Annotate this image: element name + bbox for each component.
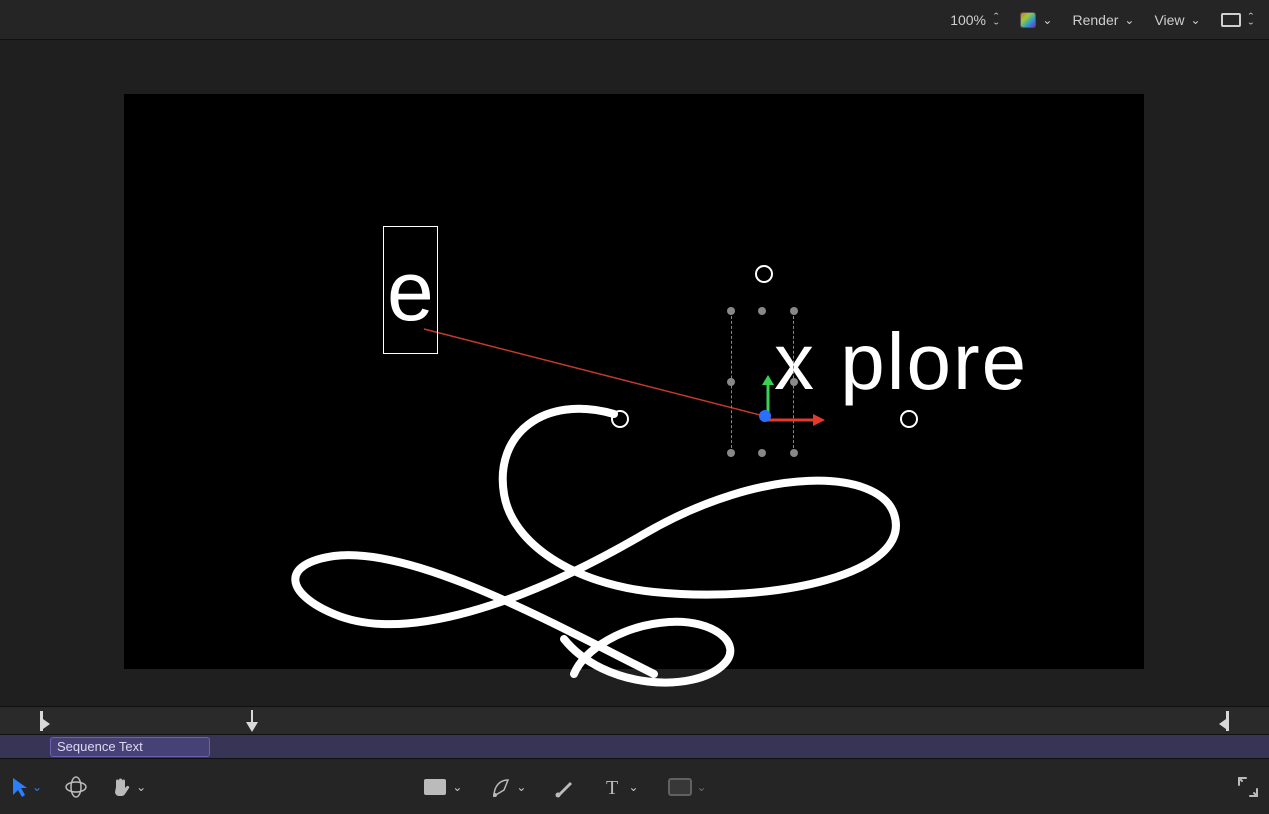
viewer-area: e x plore: [0, 40, 1269, 706]
behavior-clip[interactable]: Sequence Text: [50, 737, 210, 757]
out-marker-icon[interactable]: [1219, 711, 1229, 734]
chevron-down-icon: ⌄: [452, 780, 462, 794]
chevron-down-icon: ⌄: [1042, 13, 1052, 27]
render-menu[interactable]: Render ⌄: [1072, 12, 1134, 28]
svg-text:T: T: [606, 777, 618, 797]
chevron-down-icon: ⌄: [136, 780, 146, 794]
expand-arrows-icon: [1237, 776, 1259, 798]
swirl-ornament: [274, 394, 934, 714]
anchor-point-icon[interactable]: [759, 410, 771, 422]
behavior-clip-label: Sequence Text: [57, 739, 143, 754]
text-icon: T: [604, 777, 624, 797]
paint-tool[interactable]: [554, 776, 576, 798]
glyph-e[interactable]: e: [387, 249, 434, 333]
glyph-xplore[interactable]: x plore: [774, 322, 1028, 402]
render-label: Render: [1072, 12, 1118, 28]
chevron-down-icon: ⌄: [516, 780, 526, 794]
viewer-toolbar-top: 100% ⌄ Render ⌄ View ⌄: [0, 0, 1269, 40]
aspect-menu[interactable]: [1221, 13, 1255, 27]
path-control-circle[interactable]: [611, 410, 629, 428]
view-label: View: [1154, 12, 1184, 28]
orbit-icon: [64, 775, 88, 799]
color-channel-menu[interactable]: ⌄: [1020, 12, 1052, 28]
pen-icon: [490, 776, 512, 798]
zoom-control[interactable]: 100%: [950, 12, 1000, 28]
text-tool[interactable]: T ⌄: [604, 777, 638, 797]
arrow-cursor-icon: [10, 776, 28, 798]
canvas[interactable]: e x plore: [124, 94, 1144, 669]
color-swatch-icon: [1020, 12, 1036, 28]
view-menu[interactable]: View ⌄: [1154, 12, 1200, 28]
expand-viewer[interactable]: [1237, 776, 1259, 798]
rectangle-icon: [422, 777, 448, 797]
chevron-down-icon: ⌄: [697, 780, 707, 794]
hand-icon: [110, 776, 132, 798]
chevron-down-icon: ⌄: [1124, 13, 1134, 27]
aspect-icon: [1221, 13, 1241, 27]
mini-timeline-ruler[interactable]: [0, 706, 1269, 734]
x-axis-arrow-icon[interactable]: [765, 413, 825, 427]
mini-timeline-behavior-track: Sequence Text: [0, 734, 1269, 758]
stepper-icon: [1247, 13, 1255, 26]
pan-tool[interactable]: ⌄: [110, 776, 146, 798]
3d-transform-tool[interactable]: [64, 775, 88, 799]
playhead[interactable]: [245, 710, 259, 732]
pen-tool[interactable]: ⌄: [490, 776, 526, 798]
chevron-down-icon: ⌄: [1191, 13, 1201, 27]
canvas-toolbar-bottom: ⌄ ⌄ ⌄ ⌄ T ⌄ ⌄: [0, 758, 1269, 814]
zoom-value: 100%: [950, 12, 986, 28]
center-tool-group: ⌄ ⌄ T ⌄ ⌄: [422, 776, 706, 798]
brush-icon: [554, 776, 576, 798]
path-control-circle[interactable]: [755, 265, 773, 283]
path-control-circle[interactable]: [900, 410, 918, 428]
chevron-down-icon: ⌄: [628, 780, 638, 794]
chevron-down-icon: ⌄: [32, 780, 42, 794]
shape-tool[interactable]: ⌄: [422, 777, 462, 797]
mask-tool[interactable]: ⌄: [667, 777, 707, 797]
select-tool[interactable]: ⌄: [10, 776, 42, 798]
stepper-icon: [992, 13, 1000, 26]
in-marker-icon[interactable]: [40, 711, 50, 734]
mask-rect-icon: [667, 777, 693, 797]
